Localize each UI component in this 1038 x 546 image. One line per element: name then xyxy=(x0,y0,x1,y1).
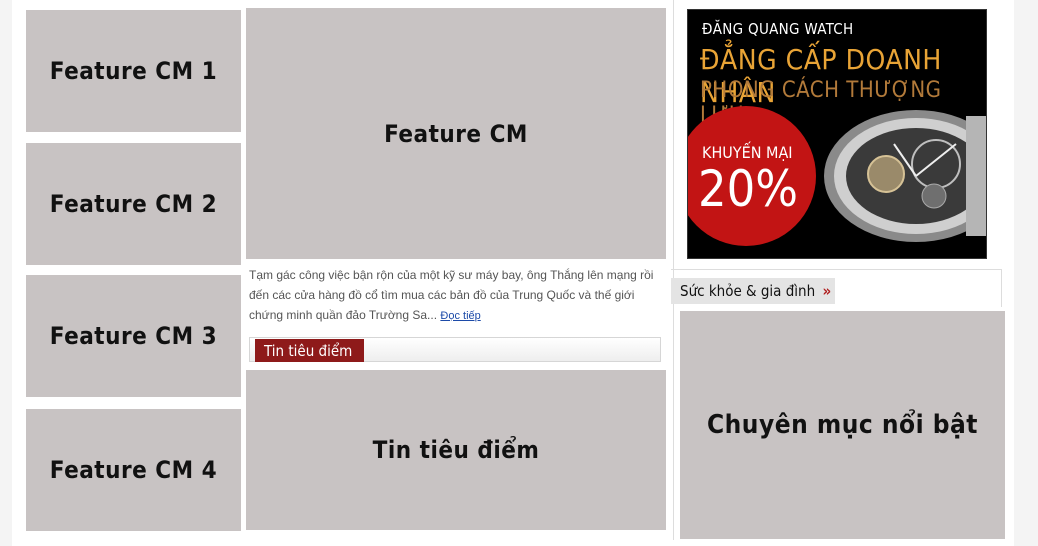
feature-cm-2-label: Feature CM 2 xyxy=(49,190,218,218)
featured-category-label: Chuyên mục nổi bật xyxy=(706,410,978,440)
double-chevron-right-icon: » xyxy=(822,282,832,300)
read-more-link[interactable]: Đọc tiếp xyxy=(440,310,480,322)
feature-cm-4[interactable]: Feature CM 4 xyxy=(26,409,241,531)
featured-category-placeholder[interactable]: Chuyên mục nổi bật xyxy=(680,311,1005,539)
category-divider-right xyxy=(1001,269,1002,307)
highlights-tab-bar: Tin tiêu điểm xyxy=(249,337,661,362)
feature-cm-1[interactable]: Feature CM 1 xyxy=(26,10,241,132)
category-divider xyxy=(671,269,1001,270)
promo-value: 20% xyxy=(698,160,798,218)
feature-cm-4-label: Feature CM 4 xyxy=(49,456,218,484)
feature-cm-3[interactable]: Feature CM 3 xyxy=(26,275,241,397)
feature-excerpt: Tạm gác công việc bận rộn của một kỹ sư … xyxy=(249,265,663,326)
watch-icon xyxy=(824,110,986,242)
feature-cm-2[interactable]: Feature CM 2 xyxy=(26,143,241,265)
tab-highlights[interactable]: Tin tiêu điểm xyxy=(255,339,365,362)
feature-cm-main-label: Feature CM xyxy=(384,119,528,148)
highlights-placeholder-label: Tin tiêu điểm xyxy=(372,436,540,464)
ad-brand: ĐĂNG QUANG WATCH xyxy=(702,20,854,38)
category-title-label: Sức khỏe & gia đình xyxy=(680,282,816,300)
highlights-placeholder[interactable]: Tin tiêu điểm xyxy=(246,370,666,530)
feature-cm-3-label: Feature CM 3 xyxy=(49,322,218,350)
feature-cm-1-label: Feature CM 1 xyxy=(49,57,218,85)
feature-cm-main[interactable]: Feature CM xyxy=(246,8,666,259)
ad-banner[interactable]: ĐĂNG QUANG WATCH ĐẲNG CẤP DOANH NHÂN PHO… xyxy=(687,9,987,259)
category-title[interactable]: Sức khỏe & gia đình » xyxy=(671,278,836,304)
